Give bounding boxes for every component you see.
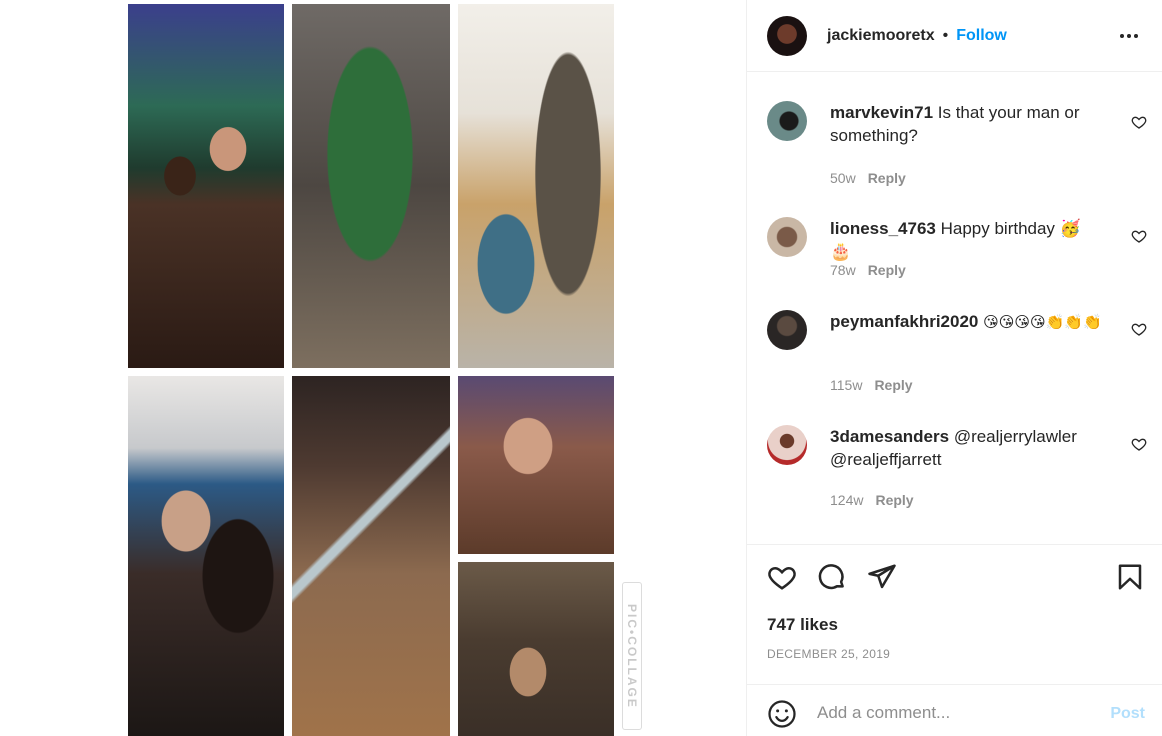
likes-count[interactable]: 747 likes xyxy=(767,615,838,635)
man-smiling-selfie-photo xyxy=(458,376,614,554)
more-options-icon[interactable] xyxy=(1117,24,1141,48)
like-comment-icon[interactable] xyxy=(1131,321,1147,337)
comment-item: lioness_4763 Happy birthday 🥳 🎂 78w Reply xyxy=(747,217,1162,287)
post-header: jackiemooretx • Follow xyxy=(747,0,1162,72)
commenter-username[interactable]: lioness_4763 xyxy=(830,219,936,238)
comment-age: 50w xyxy=(830,170,856,186)
comment-body: 3damesanders @realjerrylawler @realjeffj… xyxy=(830,425,1106,471)
comment-meta: 50w Reply xyxy=(830,170,906,186)
commenter-username[interactable]: marvkevin71 xyxy=(830,103,933,122)
post-side-panel: jackiemooretx • Follow marvkevin71 Is th… xyxy=(746,0,1162,736)
couple-blue-christmas-tree-photo xyxy=(292,4,450,368)
reply-button[interactable]: Reply xyxy=(868,262,906,278)
comment-body: lioness_4763 Happy birthday 🥳 🎂 xyxy=(830,217,1106,263)
header-separator: • xyxy=(942,26,949,44)
like-comment-icon[interactable] xyxy=(1131,114,1147,130)
comment-item: 3damesanders @realjerrylawler @realjeffj… xyxy=(747,425,1162,515)
couple-christmas-tree-photo xyxy=(128,4,284,368)
photo-collage[interactable] xyxy=(128,4,614,736)
comment-meta: 124w Reply xyxy=(830,492,914,508)
comment-meta: 78w Reply xyxy=(830,262,906,278)
reply-button[interactable]: Reply xyxy=(875,492,913,508)
commenter-username[interactable]: 3damesanders xyxy=(830,427,949,446)
author-username[interactable]: jackiemooretx xyxy=(827,27,935,45)
post-comment-button[interactable]: Post xyxy=(1110,705,1145,723)
like-heart-icon[interactable] xyxy=(767,562,797,592)
instagram-post-view: PIC•COLLAGE jackiemooretx • Follow marvk… xyxy=(0,0,1162,736)
commenter-avatar[interactable] xyxy=(767,101,807,141)
comment-body: peymanfakhri2020 😘😘😘😘👏👏👏 xyxy=(830,310,1106,334)
post-media: PIC•COLLAGE xyxy=(0,0,746,736)
comment-meta: 115w Reply xyxy=(830,377,913,393)
woman-cowboy-statue-photo xyxy=(458,4,614,368)
watermark-text: PIC•COLLAGE xyxy=(625,603,639,709)
couple-antique-store-photo xyxy=(458,562,614,736)
reply-button[interactable]: Reply xyxy=(874,377,912,393)
comment-item: peymanfakhri2020 😘😘😘😘👏👏👏 115w Reply xyxy=(747,310,1162,400)
store-wooden-frame-photo xyxy=(292,376,450,736)
post-actions: 747 likes DECEMBER 25, 2019 xyxy=(747,544,1162,684)
comment-age: 124w xyxy=(830,492,864,508)
comment-age: 115w xyxy=(830,377,863,393)
like-comment-icon[interactable] xyxy=(1131,228,1147,244)
share-paper-plane-icon[interactable] xyxy=(867,562,897,592)
reply-button[interactable]: Reply xyxy=(868,170,906,186)
commenter-avatar[interactable] xyxy=(767,425,807,465)
comment-bubble-icon[interactable] xyxy=(817,562,847,592)
commenter-username[interactable]: peymanfakhri2020 xyxy=(830,312,978,331)
author-avatar[interactable] xyxy=(767,15,807,56)
post-date[interactable]: DECEMBER 25, 2019 xyxy=(767,647,890,661)
comment-item: marvkevin71 Is that your man or somethin… xyxy=(747,101,1162,191)
add-comment-bar: Post xyxy=(747,684,1162,736)
comment-text: 😘😘😘😘👏👏👏 xyxy=(983,313,1102,331)
comment-age: 78w xyxy=(830,262,856,278)
emoji-smiley-icon[interactable] xyxy=(767,699,797,729)
pic-collage-watermark: PIC•COLLAGE xyxy=(622,582,642,730)
comment-input[interactable] xyxy=(817,698,1097,728)
comment-body: marvkevin71 Is that your man or somethin… xyxy=(830,101,1106,147)
save-bookmark-icon[interactable] xyxy=(1115,562,1145,592)
commenter-avatar[interactable] xyxy=(767,217,807,257)
like-comment-icon[interactable] xyxy=(1131,436,1147,452)
commenter-avatar[interactable] xyxy=(767,310,807,350)
follow-button[interactable]: Follow xyxy=(956,27,1007,45)
couple-selfie-restaurant-photo xyxy=(128,376,284,736)
